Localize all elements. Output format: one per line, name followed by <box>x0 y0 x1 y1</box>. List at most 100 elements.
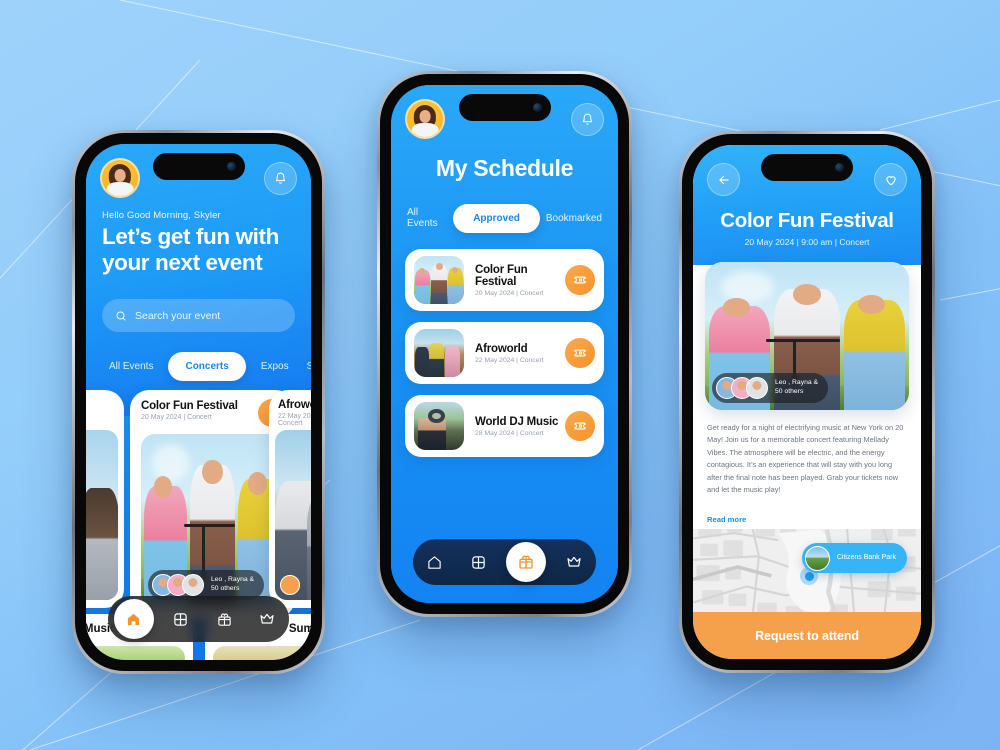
home-icon <box>128 613 140 625</box>
bottom-nav[interactable] <box>108 596 289 642</box>
attendee-avatar <box>746 377 768 399</box>
phone-bezel: Color Fun Festival 20 May 2024 | 9:00 am… <box>682 134 932 670</box>
dynamic-island <box>761 154 853 181</box>
event-hero-photo: Leo , Rayna & 50 others <box>705 262 909 410</box>
heart-icon <box>885 175 896 185</box>
head-center <box>435 263 443 270</box>
screen-home: Hello Good Morning, Skyler Let’s get fun… <box>86 144 311 660</box>
attendee-avatar <box>182 574 204 596</box>
ticket-button[interactable] <box>565 265 595 295</box>
bell-icon <box>275 172 286 184</box>
venue-label: Citizens Bank Park <box>836 553 896 561</box>
attendees-pill[interactable]: Leo , Rayna & 50 others <box>712 373 829 403</box>
list-item[interactable]: Afroworld 22 May 2024 | Concert <box>405 322 604 384</box>
tab-all-events[interactable]: All Events <box>100 361 162 372</box>
phone-schedule: My Schedule All Events Approved Bookmark… <box>377 71 632 617</box>
read-more-link[interactable]: Read more <box>707 515 746 524</box>
event-description: Get ready for a night of electrifying mu… <box>707 423 904 495</box>
tab-concerts[interactable]: Concerts <box>168 351 246 381</box>
tab-sports[interactable]: Sports <box>298 361 311 372</box>
search-icon <box>116 311 126 320</box>
schedule-tabs: All Events Approved Bookmarked <box>401 201 608 235</box>
page-title: Color Fun Festival <box>720 209 894 232</box>
head-right <box>248 472 267 495</box>
page-title: My Schedule <box>435 155 574 181</box>
notification-button[interactable] <box>264 162 297 195</box>
attendees-label: Leo , Rayna & 50 others <box>775 379 819 395</box>
head-right <box>451 266 458 273</box>
avatar[interactable] <box>405 99 445 139</box>
nav-tickets[interactable] <box>208 603 240 635</box>
crowd-photo <box>86 430 118 600</box>
venue-chip[interactable]: Citizens Bank Park <box>801 543 907 573</box>
tab-all-events[interactable]: All Events <box>401 207 453 229</box>
event-thumbnail <box>414 329 464 377</box>
notification-button[interactable] <box>571 103 604 136</box>
nav-premium[interactable] <box>251 603 283 635</box>
avatar[interactable] <box>100 158 140 198</box>
venue-map[interactable]: Citizens Bank Park <box>693 529 921 612</box>
nav-tickets[interactable] <box>506 542 547 582</box>
nav-explore[interactable] <box>165 603 197 635</box>
person-center <box>431 264 447 304</box>
event-meta: Color Fun Festival 20 May 2024 | Concert <box>464 264 565 297</box>
tab-bookmarked[interactable]: Bookmarked <box>540 213 608 224</box>
list-item[interactable]: World DJ Music 28 May 2024 | Concert <box>405 395 604 457</box>
back-button[interactable] <box>707 163 740 196</box>
event-subtitle: 20 May 2024 | 9:00 am | Concert <box>744 237 870 247</box>
attendee-avatar <box>280 575 300 595</box>
home-header: Hello Good Morning, Skyler Let’s get fun… <box>86 144 311 416</box>
dj-photo <box>414 402 464 450</box>
dynamic-island <box>458 94 551 121</box>
scooter-handlebar <box>766 338 840 342</box>
grid-icon <box>174 612 188 626</box>
request-to-attend-button[interactable]: Request to attend <box>693 612 921 659</box>
greeting-text: Hello Good Morning, Skyler <box>102 210 221 221</box>
nav-home[interactable] <box>113 599 154 639</box>
ticket-gift-icon <box>519 555 534 569</box>
avatar-stack <box>152 574 204 596</box>
event-photo <box>275 430 311 600</box>
phone-event-detail: Color Fun Festival 20 May 2024 | 9:00 am… <box>679 131 935 673</box>
avatar-stack <box>716 377 768 399</box>
nav-premium[interactable] <box>558 546 590 578</box>
event-thumbnail <box>414 256 464 304</box>
event-subtitle: 28 May 2024 | Concert <box>475 429 544 437</box>
head-center <box>792 284 822 305</box>
phone-bezel: My Schedule All Events Approved Bookmark… <box>380 74 629 614</box>
favorite-button[interactable] <box>874 163 907 196</box>
crowd-photo <box>414 329 464 377</box>
event-card-next[interactable]: Afroworld 22 May 2024 | Concert <box>269 390 311 608</box>
event-thumbnail <box>414 402 464 450</box>
tab-approved[interactable]: Approved <box>453 203 540 233</box>
list-item[interactable]: Color Fun Festival 20 May 2024 | Concert <box>405 249 604 311</box>
avatar-body <box>411 123 439 137</box>
ticket-button[interactable] <box>565 411 595 441</box>
bell-icon <box>582 113 593 125</box>
photo-fill <box>212 646 311 660</box>
search-input[interactable]: Search your event <box>102 299 295 332</box>
camera-icon <box>226 162 236 171</box>
arrow-left-icon <box>718 175 729 184</box>
crown-icon <box>260 613 274 624</box>
scooter-handlebar <box>183 524 236 528</box>
schedule-list: Color Fun Festival 20 May 2024 | Concert <box>405 249 604 468</box>
ticket-icon <box>574 276 586 284</box>
bottom-nav[interactable] <box>413 539 596 585</box>
event-card-previous[interactable] <box>86 390 124 608</box>
nav-explore[interactable] <box>463 546 495 578</box>
ticket-button[interactable] <box>565 338 595 368</box>
dynamic-island <box>152 153 245 180</box>
event-carousel[interactable]: Color Fun Festival 20 May 2024 | Concert <box>86 390 311 620</box>
head-left <box>723 297 750 317</box>
event-title: Afroworld <box>475 342 528 355</box>
event-title: World DJ Music <box>475 415 559 428</box>
home-icon <box>428 555 442 569</box>
avatar-body <box>106 182 134 196</box>
ticket-icon <box>574 349 586 357</box>
camera-icon <box>532 103 542 112</box>
phone-home: Hello Good Morning, Skyler Let’s get fun… <box>72 130 325 674</box>
nav-home[interactable] <box>419 546 451 578</box>
tab-expos[interactable]: Expos <box>252 361 298 372</box>
event-photo <box>86 430 118 600</box>
